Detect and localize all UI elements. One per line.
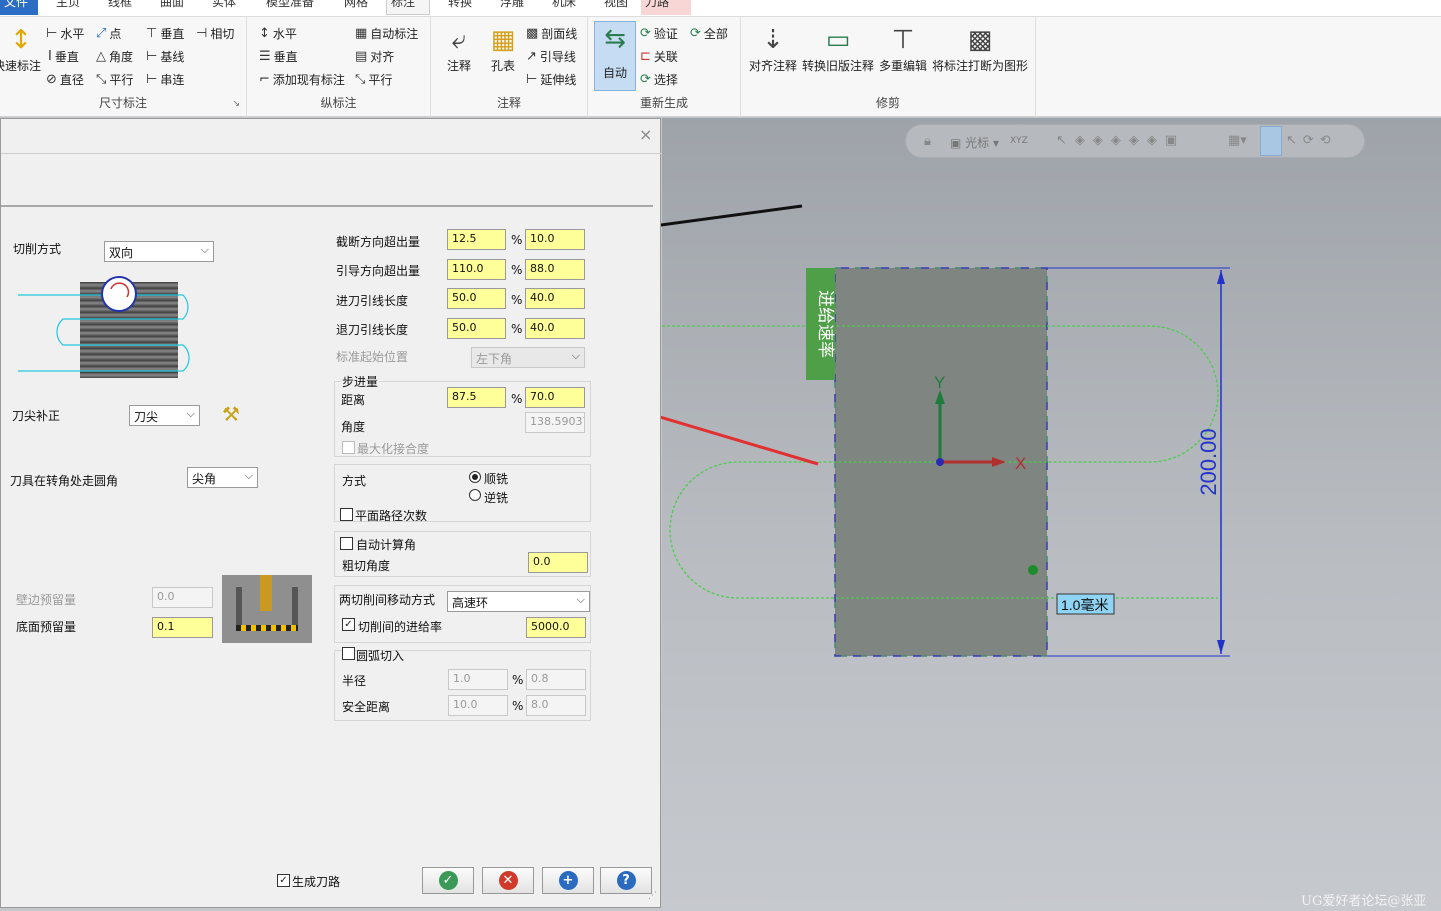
cut-method-select[interactable]: 双向 ⌵ [104, 241, 214, 262]
entry-length-input[interactable]: 50.0 [447, 288, 506, 309]
plus-icon: + [558, 871, 578, 890]
chevron-down-icon: ⌵ [186, 407, 195, 420]
across-overlap-input[interactable]: 12.5 [447, 229, 506, 250]
stepover-angle-input[interactable]: 138.59037 [525, 412, 585, 433]
auto-angle-label: 自动计算角 [356, 538, 417, 552]
apply-button[interactable]: + [542, 867, 594, 894]
chevron-down-icon: ⌵ [200, 243, 209, 256]
chevron-down-icon: ⌵ [576, 593, 585, 606]
rough-angle-input[interactable]: 0.0 [528, 552, 588, 573]
percent-sign: % [511, 233, 523, 247]
tip-comp-label: 刀尖补正 [12, 409, 61, 423]
cancel-button[interactable]: ✕ [482, 867, 534, 894]
start-position-label: 标准起始位置 [336, 350, 409, 364]
stepover-distance-label: 距离 [341, 393, 366, 407]
section-divider [1, 205, 653, 207]
percent-sign: % [511, 392, 523, 406]
rough-angle-label: 粗切角度 [342, 559, 391, 573]
maximize-engagement-checkbox[interactable] [342, 441, 355, 454]
corner-rounding-select[interactable]: 尖角 ⌵ [187, 467, 258, 488]
stepover-title: 步进量 [341, 373, 380, 390]
safe-distance-label: 安全距离 [342, 700, 391, 714]
close-circle-icon: ✕ [498, 871, 518, 890]
watermark: UG爱好者论坛@张亚 [1301, 894, 1427, 909]
stepover-distance-input[interactable]: 87.5 [447, 387, 506, 408]
stepover-angle-label: 角度 [341, 420, 366, 434]
generate-toolpath-checkbox[interactable]: ✓ [277, 874, 290, 887]
conventional-label: 逆铣 [484, 491, 509, 505]
between-cuts-label: 两切削间移动方式 [339, 593, 436, 607]
arc-radius-label: 半径 [342, 674, 367, 688]
conventional-radio[interactable] [469, 489, 481, 501]
dim-value[interactable]: 200.00 [1196, 428, 1221, 495]
ok-button[interactable]: ✓ [422, 867, 474, 894]
maximize-engagement-label: 最大化接合度 [357, 442, 430, 456]
across-overlap-pct-input[interactable]: 10.0 [525, 229, 585, 250]
wall-stock-input[interactable]: 0.0 [152, 587, 213, 608]
percent-sign: % [511, 263, 523, 277]
check-icon: ✓ [438, 871, 458, 890]
percent-sign: % [511, 293, 523, 307]
percent-sign: % [511, 322, 523, 336]
tool-tip-icon: ⚒ [222, 402, 240, 426]
help-button[interactable]: ? [600, 867, 652, 894]
corner-rounding-label: 刀具在转角处走圆角 [10, 474, 119, 488]
exit-length-pct-input[interactable]: 40.0 [525, 318, 585, 339]
arc-radius-pct-input[interactable]: 0.8 [526, 669, 586, 690]
feed-rate-label: 进给速率 [816, 290, 835, 358]
start-position-select[interactable]: 左下角 ⌵ [471, 347, 585, 368]
direction-label: 方式 [342, 474, 367, 488]
wall-stock-label: 壁边预留量 [16, 593, 77, 607]
y-axis-label: Y [934, 373, 945, 392]
chevron-down-icon: ⌵ [571, 349, 580, 362]
along-overlap-label: 引导方向超出量 [336, 264, 421, 278]
between-cuts-feed-checkbox[interactable]: ✓ [342, 618, 355, 631]
tool-tag-label: 1.0毫米 [1061, 597, 1108, 613]
help-icon: ? [616, 871, 636, 890]
percent-sign: % [512, 673, 524, 687]
stepover-pct-input[interactable]: 70.0 [525, 387, 585, 408]
climb-label: 顺铣 [484, 472, 509, 486]
x-axis-label: X [1015, 454, 1026, 473]
tip-comp-select[interactable]: 刀尖 ⌵ [129, 405, 200, 426]
chevron-down-icon: ⌵ [244, 469, 253, 482]
percent-sign: % [512, 699, 524, 713]
across-overlap-label: 截断方向超出量 [336, 235, 421, 249]
close-icon[interactable]: × [639, 125, 652, 144]
safe-distance-input[interactable]: 10.0 [448, 695, 508, 716]
exit-length-input[interactable]: 50.0 [447, 318, 506, 339]
resize-grip-icon[interactable]: ⋰ [648, 891, 657, 901]
floor-stock-input[interactable]: 0.1 [152, 617, 213, 638]
flat-passes-checkbox[interactable] [340, 508, 353, 521]
entry-length-pct-input[interactable]: 40.0 [525, 288, 585, 309]
safe-distance-pct-input[interactable]: 8.0 [526, 695, 586, 716]
floor-stock-label: 底面预留量 [16, 620, 77, 634]
origin-point [936, 458, 944, 466]
cut-method-label: 切削方式 [13, 242, 62, 256]
arc-entry-label: 圆弧切入 [356, 649, 405, 663]
start-point-marker [1028, 565, 1038, 575]
arc-radius-input[interactable]: 1.0 [448, 669, 508, 690]
arc-entry-checkbox[interactable] [342, 647, 355, 660]
between-cuts-feed-input[interactable]: 5000.0 [526, 617, 586, 638]
exit-length-label: 退刀引线长度 [336, 323, 409, 337]
along-overlap-input[interactable]: 110.0 [447, 259, 506, 280]
climb-radio[interactable] [469, 471, 481, 483]
zigzag-preview-path [18, 276, 190, 372]
auto-angle-checkbox[interactable] [340, 537, 353, 550]
entry-length-label: 进刀引线长度 [336, 294, 409, 308]
stock-preview-image [222, 575, 312, 643]
title-divider [1, 153, 662, 154]
between-cuts-feed-label: 切削间的进给率 [358, 620, 443, 634]
generate-toolpath-label: 生成刀路 [292, 875, 341, 889]
along-overlap-pct-input[interactable]: 88.0 [525, 259, 585, 280]
flat-passes-label: 平面路径次数 [355, 509, 428, 523]
between-cuts-select[interactable]: 高速环 ⌵ [447, 591, 590, 612]
